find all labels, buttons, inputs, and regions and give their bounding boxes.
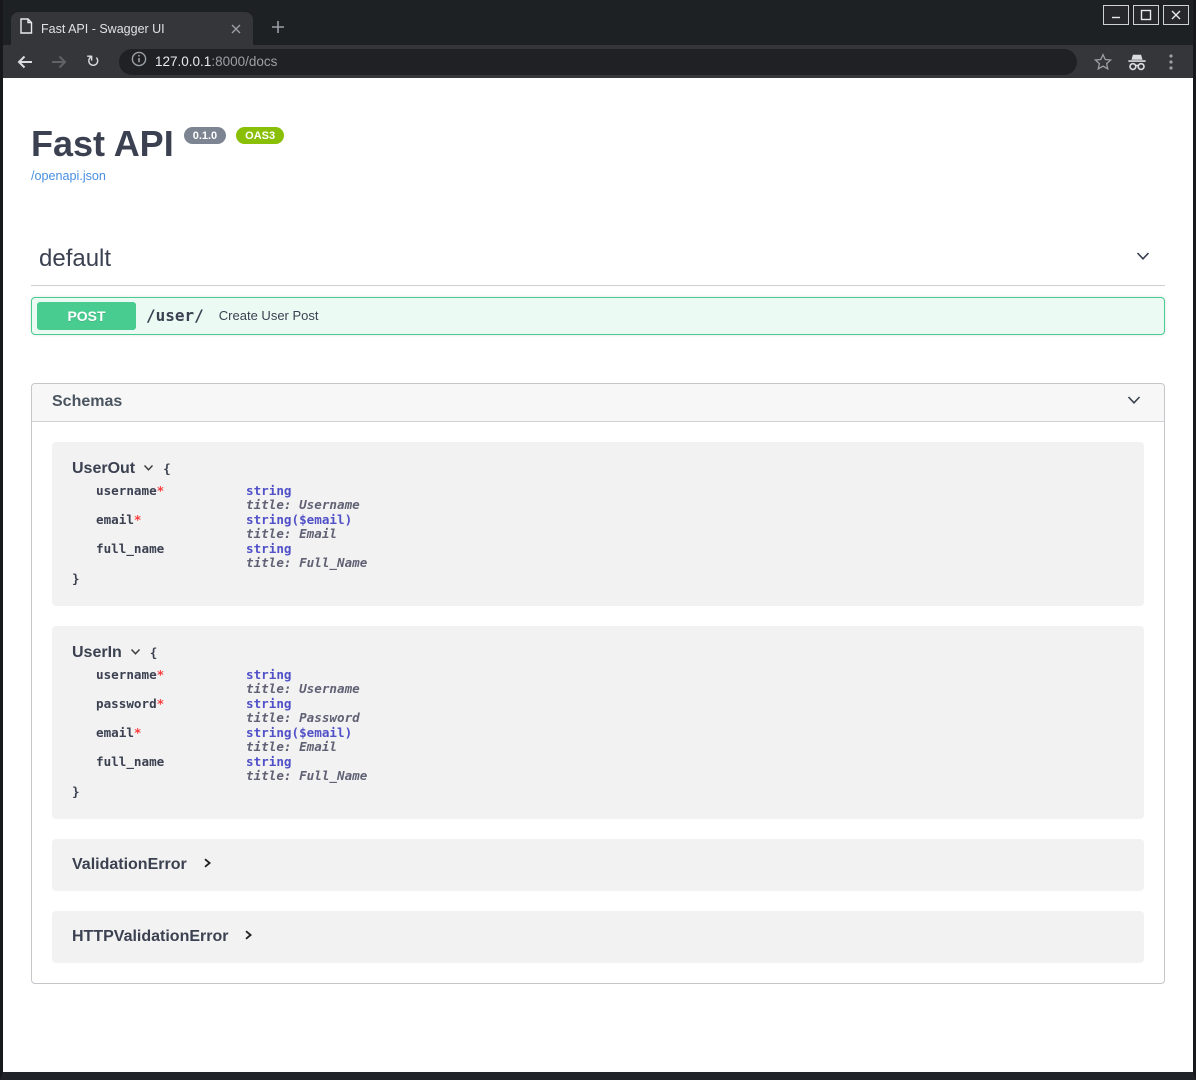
- opblock-post-user[interactable]: POST /user/ Create User Post: [31, 297, 1165, 335]
- close-button[interactable]: [1163, 5, 1189, 25]
- schemas-header[interactable]: Schemas: [32, 384, 1164, 422]
- tab-strip: Fast API - Swagger UI: [3, 0, 1193, 45]
- required-marker: *: [134, 512, 142, 527]
- property-table: username* string title: Username passwor…: [96, 668, 367, 784]
- model-toggle-userout[interactable]: UserOut: [72, 460, 155, 478]
- model-title: UserOut: [72, 460, 135, 478]
- model-userout: UserOut { username* string title: Userna…: [52, 442, 1144, 606]
- property-type: string: [246, 668, 367, 682]
- tab-title: Fast API - Swagger UI: [41, 22, 219, 36]
- tag-section-default: default POST /user/ Create User Post: [31, 235, 1165, 335]
- property-row: full_name string title: Full_Name: [96, 755, 367, 784]
- model-toggle-httpvalidationerror[interactable]: HTTPValidationError: [72, 928, 254, 946]
- property-name: password: [96, 696, 157, 711]
- minimize-button[interactable]: [1103, 5, 1129, 25]
- browser-tab[interactable]: Fast API - Swagger UI: [11, 12, 253, 45]
- property-type: string($email): [246, 726, 367, 740]
- url-text[interactable]: 127.0.0.1:8000/docs: [155, 54, 277, 69]
- reload-icon[interactable]: ↻: [81, 50, 105, 74]
- info-icon[interactable]: [131, 51, 147, 72]
- property-row: password* string title: Password: [96, 697, 367, 726]
- property-row: full_name string title: Full_Name: [96, 542, 367, 571]
- schemas-section: Schemas UserOut {: [31, 383, 1165, 984]
- required-marker: *: [157, 483, 165, 498]
- model-title: UserIn: [72, 644, 122, 662]
- property-row: username* string title: Username: [96, 668, 367, 697]
- model-toggle-validationerror[interactable]: ValidationError: [72, 856, 213, 874]
- open-brace: {: [150, 645, 158, 660]
- operation-summary: Create User Post: [219, 308, 319, 323]
- property-type: string($email): [246, 513, 367, 527]
- url-host: 127.0.0.1: [155, 54, 211, 69]
- page-title: Fast API: [31, 124, 174, 164]
- property-title: title: Username: [246, 498, 367, 512]
- property-type: string: [246, 755, 367, 769]
- tag-header-default[interactable]: default: [31, 235, 1165, 286]
- required-marker: *: [134, 725, 142, 740]
- address-bar[interactable]: 127.0.0.1:8000/docs: [119, 49, 1077, 75]
- required-marker: *: [157, 667, 165, 682]
- close-brace: }: [72, 571, 1124, 586]
- menu-kebab-icon[interactable]: [1159, 50, 1183, 74]
- version-badge: 0.1.0: [184, 127, 226, 144]
- back-icon[interactable]: [13, 50, 37, 74]
- chevron-right-icon: [242, 929, 254, 944]
- url-path: :8000/docs: [211, 54, 277, 69]
- method-badge: POST: [37, 302, 136, 330]
- required-marker: *: [157, 696, 165, 711]
- property-title: title: Full_Name: [246, 769, 367, 783]
- browser-window: Fast API - Swagger UI: [0, 0, 1196, 1080]
- chevron-down-icon[interactable]: [1124, 390, 1144, 415]
- property-title: title: Email: [246, 527, 367, 541]
- window-controls: [1103, 5, 1189, 25]
- chevron-down-icon: [129, 645, 142, 661]
- swagger-page: Fast API 0.1.0 OAS3 /openapi.json defaul…: [3, 78, 1193, 1072]
- property-name: full_name: [96, 541, 164, 556]
- open-brace: {: [163, 461, 171, 476]
- property-row: username* string title: Username: [96, 484, 367, 513]
- incognito-icon: [1125, 50, 1149, 74]
- chevron-down-icon: [142, 461, 155, 477]
- property-name: full_name: [96, 754, 164, 769]
- model-toggle-userin[interactable]: UserIn: [72, 644, 142, 662]
- schemas-body: UserOut { username* string title: Userna…: [32, 422, 1164, 983]
- model-validationerror: ValidationError: [52, 839, 1144, 891]
- api-info: Fast API 0.1.0 OAS3 /openapi.json: [31, 78, 1165, 185]
- property-name: email: [96, 725, 134, 740]
- property-row: email* string($email) title: Email: [96, 513, 367, 542]
- chevron-right-icon: [201, 857, 213, 872]
- page-icon: [19, 18, 33, 39]
- browser-toolbar: ↻ 127.0.0.1:8000/docs: [3, 45, 1193, 78]
- property-title: title: Full_Name: [246, 556, 367, 570]
- tab-close-icon[interactable]: [227, 20, 245, 38]
- new-tab-icon[interactable]: [265, 14, 291, 40]
- openapi-spec-link[interactable]: /openapi.json: [31, 169, 106, 183]
- model-title: ValidationError: [72, 856, 187, 874]
- property-table: username* string title: Username email* …: [96, 484, 367, 571]
- model-httpvalidationerror: HTTPValidationError: [52, 911, 1144, 963]
- property-type: string: [246, 697, 367, 711]
- tag-name: default: [39, 245, 111, 273]
- forward-icon[interactable]: [47, 50, 71, 74]
- oas3-badge: OAS3: [236, 127, 284, 144]
- property-name: email: [96, 512, 134, 527]
- property-title: title: Username: [246, 682, 367, 696]
- maximize-button[interactable]: [1133, 5, 1159, 25]
- schemas-title: Schemas: [52, 393, 122, 411]
- operation-path: /user/: [146, 306, 204, 325]
- property-type: string: [246, 542, 367, 556]
- close-brace: }: [72, 784, 1124, 799]
- property-title: title: Password: [246, 711, 367, 725]
- property-type: string: [246, 484, 367, 498]
- chevron-down-icon[interactable]: [1133, 246, 1153, 271]
- property-title: title: Email: [246, 740, 367, 754]
- model-title: HTTPValidationError: [72, 928, 228, 946]
- property-row: email* string($email) title: Email: [96, 726, 367, 755]
- model-userin: UserIn { username* string title: Usernam…: [52, 626, 1144, 819]
- property-name: username: [96, 667, 157, 682]
- bookmark-star-icon[interactable]: [1091, 50, 1115, 74]
- property-name: username: [96, 483, 157, 498]
